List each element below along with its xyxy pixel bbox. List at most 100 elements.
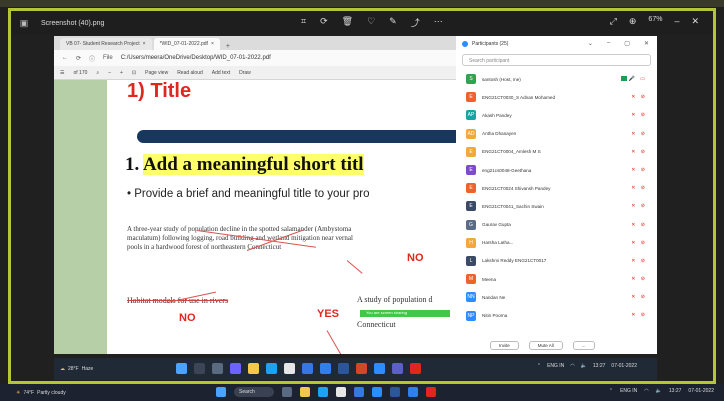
- wifi-icon[interactable]: ◠: [644, 388, 648, 394]
- photos-icon[interactable]: [320, 363, 331, 374]
- rotate-icon[interactable]: ⟳: [320, 16, 328, 29]
- participant-row[interactable]: E ENG21CT0041_Sachin Swain ✕ ⊘: [456, 197, 657, 215]
- language-indicator[interactable]: ENG IN: [620, 388, 637, 394]
- close-icon[interactable]: ✕: [644, 40, 649, 47]
- acrobat-icon[interactable]: [426, 387, 436, 397]
- muted-video-off-icon[interactable]: ✕ ⊘: [631, 149, 647, 155]
- more-icon[interactable]: ⋯: [434, 16, 443, 29]
- muted-video-off-icon[interactable]: ✕ ⊘: [631, 258, 647, 264]
- participant-row[interactable]: L Lakshmi Reddy ENG21CT0017 ✕ ⊘: [456, 252, 657, 270]
- chevron-up-icon[interactable]: ⌃: [537, 363, 541, 369]
- edge-icon[interactable]: [318, 387, 328, 397]
- zoom-level[interactable]: 67%: [648, 16, 662, 27]
- refresh-icon[interactable]: ⟳: [76, 55, 81, 62]
- read-aloud-button[interactable]: Read aloud: [177, 70, 203, 76]
- volume-icon[interactable]: 🔈: [656, 388, 662, 394]
- weather-widget[interactable]: ☀ 74°F Partly cloudy: [16, 390, 66, 396]
- participant-row[interactable]: AP Akash Pandey ✕ ⊘: [456, 106, 657, 124]
- store-icon[interactable]: [354, 387, 364, 397]
- word-icon[interactable]: [390, 387, 400, 397]
- start-icon[interactable]: [176, 363, 187, 374]
- edge-icon[interactable]: [266, 363, 277, 374]
- address-bar[interactable]: C:/Users/meera/OneDrive/Desktop/WID_07-0…: [121, 55, 271, 61]
- participant-row[interactable]: H Harsha Latha... ✕ ⊘: [456, 234, 657, 252]
- crop-icon[interactable]: ⌗: [301, 16, 306, 29]
- close-tab-icon[interactable]: ×: [211, 41, 214, 50]
- acrobat-icon[interactable]: [410, 363, 421, 374]
- muted-video-off-icon[interactable]: ✕ ⊘: [631, 203, 647, 209]
- clock-date[interactable]: 07-01-2022: [688, 388, 714, 394]
- muted-video-off-icon[interactable]: ✕ ⊘: [631, 312, 647, 318]
- participant-row[interactable]: G Gaurav Gupta ✕ ⊘: [456, 216, 657, 234]
- participant-row[interactable]: AD Antha Dhanayen ✕ ⊘: [456, 125, 657, 143]
- chevron-down-icon[interactable]: ⌄: [588, 40, 593, 47]
- search-icon[interactable]: ⌕: [96, 70, 99, 76]
- gallery-icon[interactable]: ▣: [17, 18, 31, 29]
- start-icon[interactable]: [216, 387, 226, 397]
- participant-row[interactable]: E ENG21CT0030_S Adnan Mohamed ✕ ⊘: [456, 88, 657, 106]
- muted-video-off-icon[interactable]: ✕ ⊘: [631, 185, 647, 191]
- muted-video-off-icon[interactable]: ✕ ⊘: [631, 167, 647, 173]
- back-icon[interactable]: ←: [62, 55, 68, 61]
- chevron-up-icon[interactable]: ⌃: [609, 388, 613, 394]
- page-view-button[interactable]: Page view: [145, 70, 168, 76]
- participant-row[interactable]: E ENG21CT0004_Amlesh M S ✕ ⊘: [456, 143, 657, 161]
- muted-video-off-icon[interactable]: ✕ ⊘: [631, 131, 647, 137]
- task-view-icon[interactable]: [212, 363, 223, 374]
- chrome-icon[interactable]: [284, 363, 295, 374]
- photos-icon[interactable]: [408, 387, 418, 397]
- maximize-icon[interactable]: ▢: [624, 40, 630, 47]
- favorite-icon[interactable]: ♡: [367, 16, 375, 29]
- zoom-out-icon[interactable]: –: [108, 70, 111, 76]
- zoom-app-icon[interactable]: [372, 387, 382, 397]
- close-tab-icon[interactable]: ×: [143, 41, 146, 50]
- powerpoint-icon[interactable]: [356, 363, 367, 374]
- participant-row[interactable]: M Meena ✕ ⊘: [456, 270, 657, 288]
- clock-time[interactable]: 13:27: [669, 388, 682, 394]
- muted-video-off-icon[interactable]: ✕ ⊘: [631, 276, 647, 282]
- store-icon[interactable]: [302, 363, 313, 374]
- muted-video-off-icon[interactable]: ✕ ⊘: [631, 112, 647, 118]
- task-view-icon[interactable]: [282, 387, 292, 397]
- zoom-in-icon[interactable]: +: [120, 70, 123, 76]
- add-text-button[interactable]: Add text: [212, 70, 230, 76]
- fit-icon[interactable]: ⊡: [132, 70, 136, 76]
- participant-search-input[interactable]: Search participant: [462, 54, 651, 66]
- taskbar-search[interactable]: Search: [234, 387, 274, 397]
- edit-icon[interactable]: ✎: [389, 16, 397, 29]
- word-icon[interactable]: [338, 363, 349, 374]
- draw-button[interactable]: Draw: [239, 70, 251, 76]
- clock-time[interactable]: 13:27: [593, 363, 606, 369]
- minimize-icon[interactable]: –: [607, 40, 610, 47]
- tab-pdf[interactable]: *WID_07-01-2022.pdf ×: [153, 38, 220, 50]
- muted-video-off-icon[interactable]: 🎤 ▭: [629, 76, 647, 82]
- muted-video-off-icon[interactable]: ✕ ⊘: [631, 222, 647, 228]
- teams-icon[interactable]: [392, 363, 403, 374]
- share-icon[interactable]: ⤴: [411, 16, 420, 29]
- tab-research-project[interactable]: VB 07- Student Research Project ×: [60, 38, 152, 50]
- more-button[interactable]: ...: [572, 340, 595, 350]
- delete-icon[interactable]: 🗑: [342, 16, 353, 29]
- close-icon[interactable]: ✕: [691, 16, 699, 27]
- new-tab-icon[interactable]: +: [226, 43, 230, 50]
- pdf-viewport[interactable]: 1) Title 1. Add a meaningful short titl …: [54, 80, 456, 354]
- file-explorer-icon[interactable]: [248, 363, 259, 374]
- minimize-icon[interactable]: –: [674, 16, 679, 27]
- contents-icon[interactable]: ☰: [60, 70, 64, 76]
- muted-video-off-icon[interactable]: ✕ ⊘: [631, 240, 647, 246]
- invite-button[interactable]: Invite: [490, 340, 519, 350]
- fullscreen-icon[interactable]: ⤢: [610, 16, 617, 27]
- zoom-app-icon[interactable]: [374, 363, 385, 374]
- participant-row[interactable]: Ssantosh (Host, me) 🎤 ▭: [456, 70, 657, 88]
- mute-all-button[interactable]: Mute All: [528, 340, 563, 350]
- muted-video-off-icon[interactable]: ✕ ⊘: [631, 294, 647, 300]
- clock-date[interactable]: 07-01-2022: [611, 363, 637, 369]
- language-indicator[interactable]: ENG IN: [547, 363, 564, 369]
- chat-icon[interactable]: [230, 363, 241, 374]
- wifi-icon[interactable]: ◠: [570, 363, 574, 369]
- participant-row[interactable]: NP Nitin Poorna ✕ ⊘: [456, 306, 657, 324]
- search-icon[interactable]: [194, 363, 205, 374]
- participant-row[interactable]: E ENG21CT0024 Shivansh Pandey ✕ ⊘: [456, 179, 657, 197]
- weather-widget[interactable]: ☁ 28°F Haze: [60, 366, 93, 372]
- participant-row[interactable]: NN Nandan Ne ✕ ⊘: [456, 288, 657, 306]
